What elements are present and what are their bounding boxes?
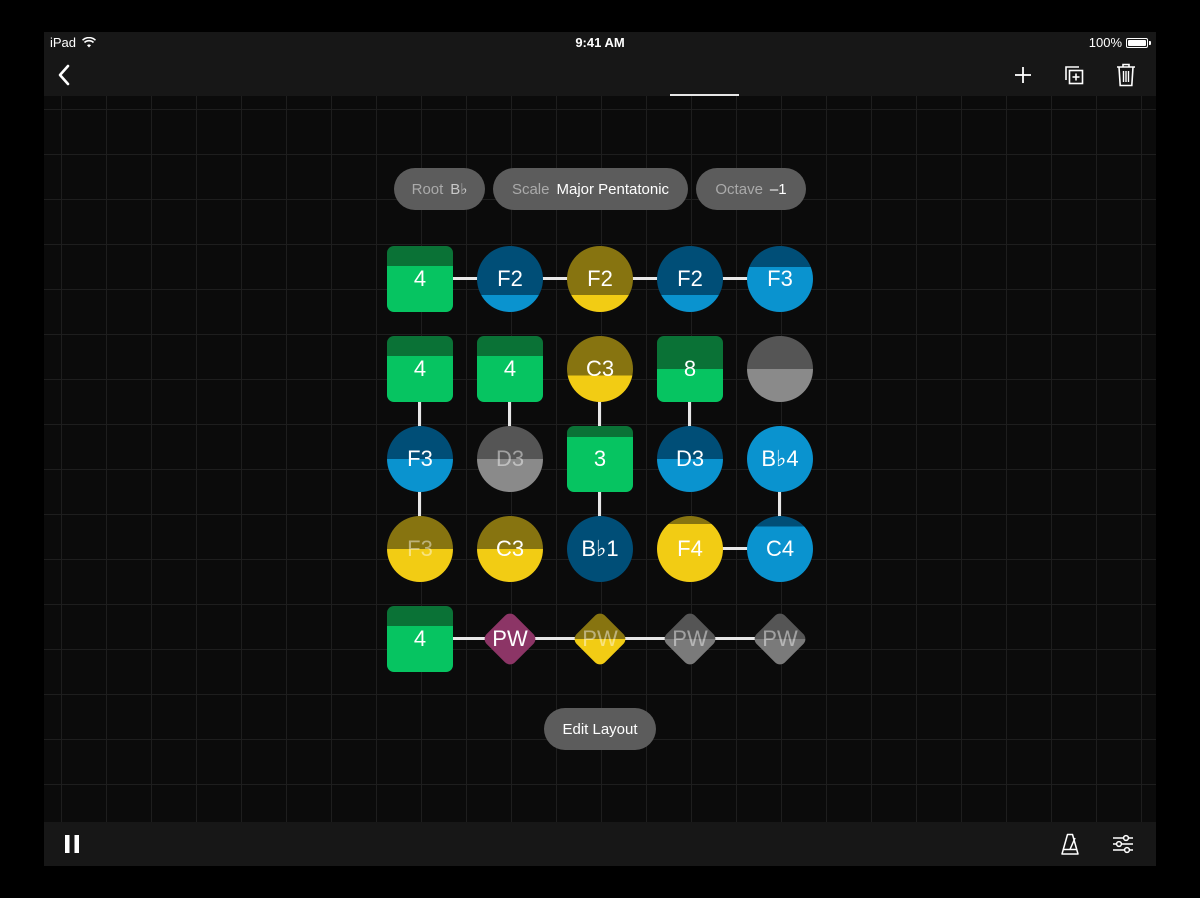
mixer-button[interactable]: [1103, 822, 1143, 866]
node-r5c3[interactable]: PW: [567, 606, 633, 672]
node-r2c3[interactable]: C3: [567, 336, 633, 402]
duplicate-button[interactable]: [1054, 54, 1094, 96]
node-r3c4[interactable]: D3: [657, 426, 723, 492]
octave-pill[interactable]: Octave –1: [696, 168, 806, 210]
node-r3c2[interactable]: D3: [477, 426, 543, 492]
node-r2c2[interactable]: 4: [477, 336, 543, 402]
battery-icon: [1126, 37, 1151, 48]
node-r5c5[interactable]: PW: [747, 606, 813, 672]
metronome-icon: [1061, 833, 1079, 855]
device-screen: iPad 9:41 AM 100% Root B♭ Scale Major Pe…: [44, 32, 1156, 866]
node-r1c4[interactable]: F2: [657, 246, 723, 312]
pause-button[interactable]: [52, 822, 92, 866]
node-r5c4[interactable]: PW: [657, 606, 723, 672]
octave-value: –1: [769, 180, 787, 198]
status-time: 9:41 AM: [575, 35, 625, 50]
root-label: Root: [411, 180, 444, 198]
bottom-toolbar: [44, 822, 1156, 866]
node-r2c5[interactable]: [747, 336, 813, 402]
trash-icon: [1117, 63, 1135, 87]
octave-label: Octave: [715, 180, 763, 198]
scale-value: Major Pentatonic: [556, 180, 670, 198]
node-r5c1[interactable]: 4: [387, 606, 453, 672]
scale-label: Scale: [511, 180, 550, 198]
plus-icon: [1015, 67, 1031, 83]
battery-percent: 100%: [1088, 35, 1122, 50]
node-r5c2[interactable]: PW: [477, 606, 543, 672]
root-pill[interactable]: Root B♭: [394, 168, 485, 210]
node-r3c3[interactable]: 3: [567, 426, 633, 492]
node-r1c5[interactable]: F3: [747, 246, 813, 312]
node-r4c2[interactable]: C3: [477, 516, 543, 582]
node-r2c1[interactable]: 4: [387, 336, 453, 402]
chevron-left-icon: [58, 64, 70, 86]
add-button[interactable]: [1003, 54, 1043, 96]
back-button[interactable]: [44, 54, 84, 96]
delete-button[interactable]: [1106, 54, 1146, 96]
node-r4c3[interactable]: B♭1: [567, 516, 633, 582]
sliders-icon: [1113, 834, 1133, 854]
status-right: 100%: [1088, 35, 1151, 50]
node-r1c3[interactable]: F2: [567, 246, 633, 312]
duplicate-icon: [1065, 66, 1084, 85]
node-r1c1[interactable]: 4: [387, 246, 453, 312]
node-r2c4[interactable]: 8: [657, 336, 723, 402]
root-value: B♭: [450, 181, 468, 198]
node-r4c4[interactable]: F4: [657, 516, 723, 582]
node-r3c1[interactable]: F3: [387, 426, 453, 492]
pause-icon: [65, 835, 79, 853]
metronome-button[interactable]: [1050, 822, 1090, 866]
node-r1c2[interactable]: F2: [477, 246, 543, 312]
status-bar: iPad 9:41 AM 100%: [44, 32, 1156, 54]
edit-layout-button[interactable]: Edit Layout: [544, 708, 656, 750]
navigation-bar: [44, 54, 1156, 96]
node-r4c1[interactable]: F3: [387, 516, 453, 582]
node-r4c5[interactable]: C4: [747, 516, 813, 582]
scale-pill[interactable]: Scale Major Pentatonic: [493, 168, 688, 210]
node-r3c5[interactable]: B♭4: [747, 426, 813, 492]
